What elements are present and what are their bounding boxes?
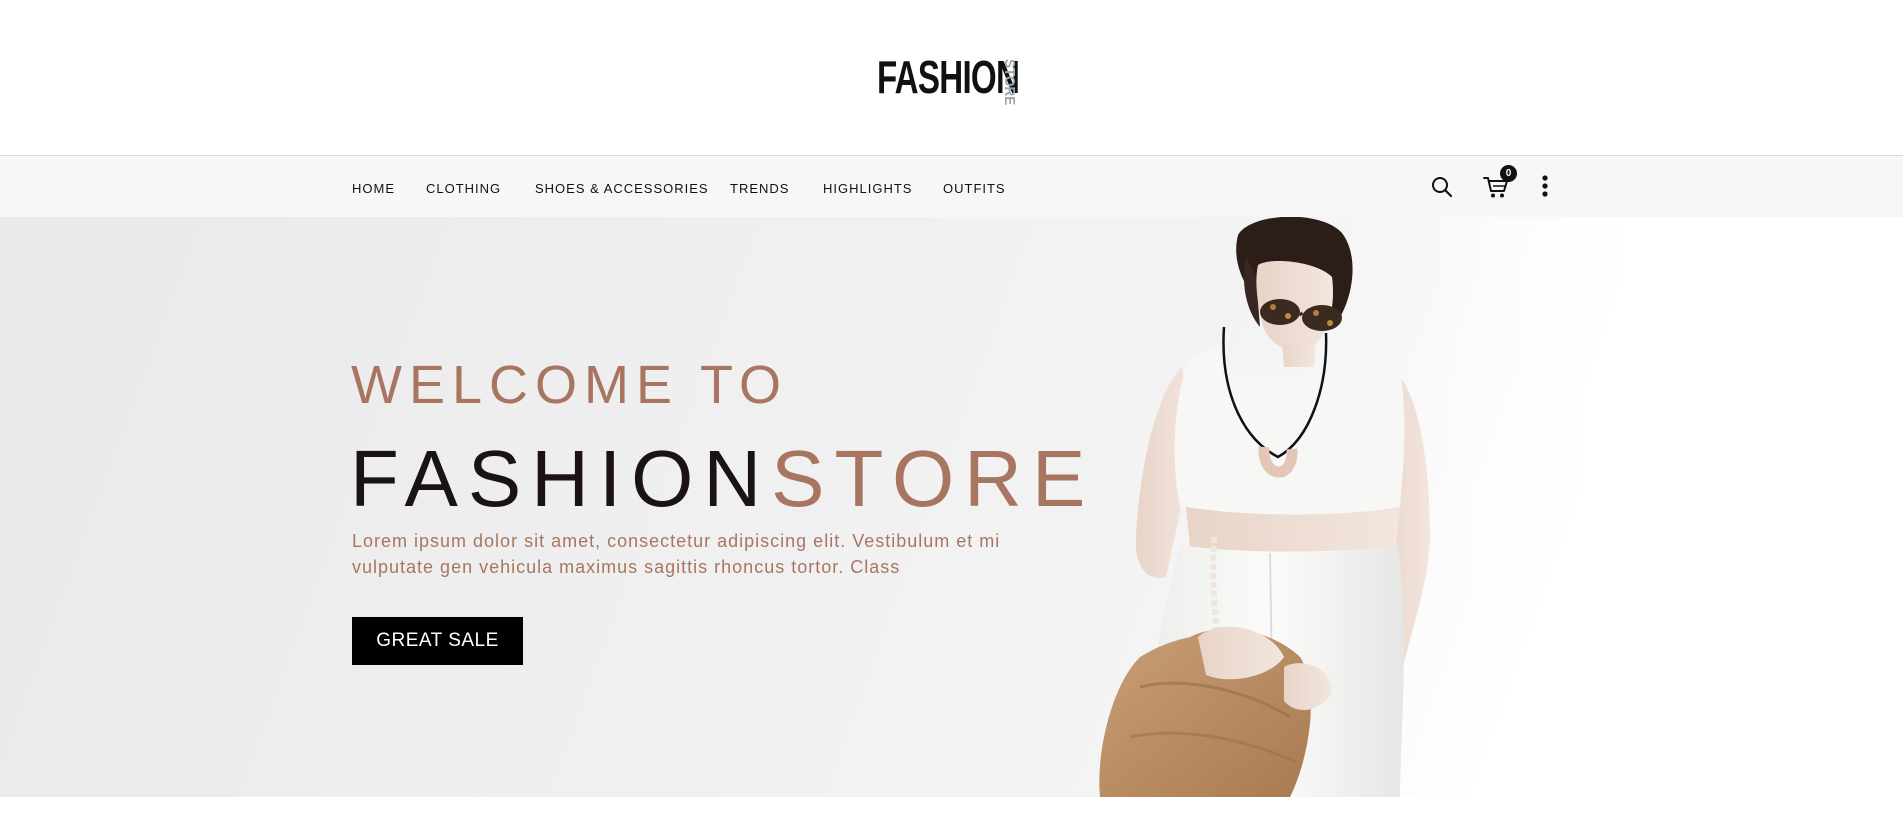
hero-model-image — [1099, 217, 1430, 797]
header-logo-bar: FASHION STORE — [0, 0, 1903, 155]
nav-item-home[interactable]: HOME — [352, 181, 395, 196]
logo-side-text: STORE — [1001, 59, 1018, 106]
hero-brand-heading: FASHIONSTORE — [350, 429, 1095, 529]
nav-item-clothing[interactable]: CLOTHING — [426, 181, 501, 196]
site-logo[interactable]: FASHION STORE — [877, 51, 1020, 106]
nav-item-highlights[interactable]: HIGHLIGHTS — [823, 181, 912, 196]
logo-main-text: FASHION — [877, 51, 1020, 103]
cart-count-badge: 0 — [1500, 165, 1517, 182]
hero-welcome-heading: WELCOME TO — [351, 355, 789, 415]
hero-brand-store: STORE — [771, 434, 1096, 523]
main-navigation: HOME CLOTHING SHOES & ACCESSORIES TRENDS… — [0, 155, 1903, 217]
search-icon[interactable] — [1431, 176, 1453, 198]
hero-description: Lorem ipsum dolor sit amet, consectetur … — [352, 531, 1001, 577]
nav-item-trends[interactable]: TRENDS — [730, 181, 789, 196]
hero-banner: WELCOME TO FASHIONSTORE Lorem ipsum dolo… — [0, 217, 1903, 797]
nav-item-shoes-accessories[interactable]: SHOES & ACCESSORIES — [535, 181, 709, 196]
great-sale-button[interactable]: GREAT SALE — [352, 617, 523, 665]
nav-item-outfits[interactable]: OUTFITS — [943, 181, 1006, 196]
hero-brand-fashion: FASHION — [350, 434, 772, 523]
more-vertical-icon[interactable] — [1541, 175, 1549, 199]
